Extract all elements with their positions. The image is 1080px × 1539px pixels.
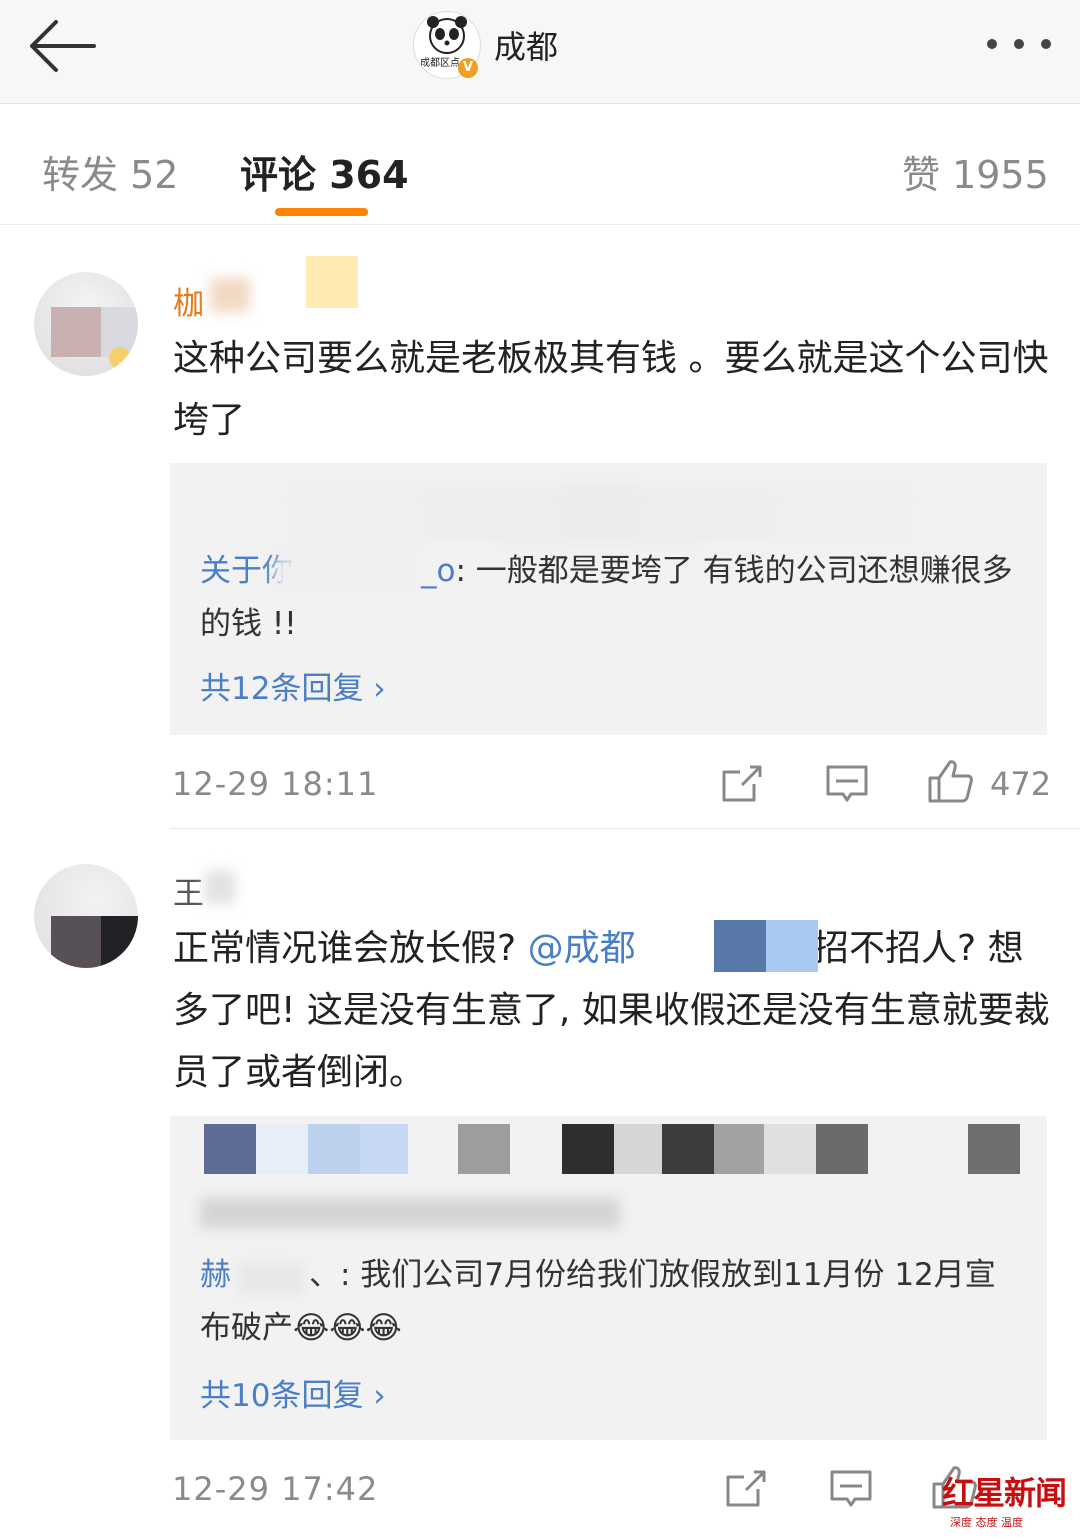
commenter-avatar[interactable] xyxy=(34,272,138,376)
repost-icon[interactable] xyxy=(724,1469,768,1509)
username-mosaic xyxy=(205,870,235,904)
reply-preview: 赫、: 我们公司7月份给我们放假放到11月份 12月宣布破产😂😂😂 xyxy=(200,1249,1020,1355)
more-options-icon[interactable] xyxy=(984,34,1054,54)
comment-time: 12-29 17:42 xyxy=(172,1470,379,1508)
comment-icon[interactable] xyxy=(825,764,869,804)
tab-repost[interactable]: 转发 52 xyxy=(42,144,178,199)
account-name[interactable]: 成都 xyxy=(494,22,558,68)
badge-mosaic xyxy=(306,256,358,308)
hongxing-news-watermark: 红星新闻 深度 态度 温度 xyxy=(942,1468,1072,1532)
reply-author[interactable]: 赫 xyxy=(200,1257,231,1293)
comment-text: 这种公司要么就是老板极其有钱 。要么就是这个公司快垮了 xyxy=(173,338,1049,441)
tab-bar: 转发 52 评论 364 赞 1955 xyxy=(0,104,1080,225)
comment-time: 12-29 18:11 xyxy=(172,765,379,803)
top-bar: 成都区点 V 成都 xyxy=(0,0,1080,104)
commenter-avatar[interactable] xyxy=(34,864,138,968)
watermark-logo-text: 红星新闻 xyxy=(942,1474,1067,1512)
comment-text: 正常情况谁会放长假? @成都 还招不招人? 想多了吧! 这是没有生意了, 如果收… xyxy=(173,928,1050,1093)
tab-likes[interactable]: 赞 1955 xyxy=(902,144,1049,199)
commenter-username[interactable]: 枷 xyxy=(173,278,204,323)
like-count: 472 xyxy=(990,765,1052,803)
comment-icon[interactable] xyxy=(829,1469,873,1509)
mention-mosaic xyxy=(766,920,818,972)
view-all-replies-link[interactable]: 共12条回复 › xyxy=(200,663,386,708)
reply-text: 、: 我们公司7月份给我们放假放到11月份 12月宣布破产😂😂😂 xyxy=(200,1257,996,1346)
reply-author-suffix[interactable]: _o xyxy=(421,553,455,589)
avatar-logo-text: 成都区点 xyxy=(420,58,460,69)
view-all-replies-link[interactable]: 共10条回复 › xyxy=(200,1370,386,1415)
mention-link[interactable]: @成都 xyxy=(528,928,636,969)
comment-divider xyxy=(170,828,1080,829)
back-arrow-icon[interactable] xyxy=(26,18,98,74)
tab-comments[interactable]: 评论 364 xyxy=(240,144,409,199)
reply-preview-box[interactable]: 赫、: 我们公司7月份给我们放假放到11月份 12月宣布破产😂😂😂 共10条回复… xyxy=(170,1116,1047,1440)
repost-icon[interactable] xyxy=(720,764,764,804)
active-tab-indicator xyxy=(275,208,368,216)
watermark-slogan: 深度 态度 温度 xyxy=(950,1516,1023,1529)
username-mosaic xyxy=(210,278,250,312)
reply-preview-box[interactable]: 关于你 _o: 一般都是要垮了 有钱的公司还想赚很多的钱 !! 共12条回复 › xyxy=(170,463,1047,735)
like-thumb-icon[interactable] xyxy=(926,758,974,804)
mention-mosaic xyxy=(714,920,766,972)
commenter-username[interactable]: 王 xyxy=(173,868,204,913)
verified-badge-icon: V xyxy=(458,58,478,78)
